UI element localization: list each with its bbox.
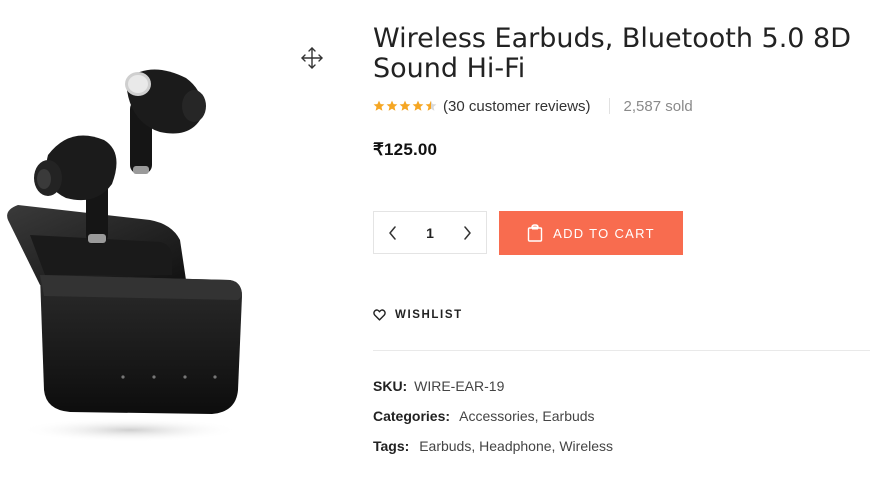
categories-row: Categories: Accessories, Earbuds <box>373 408 595 424</box>
star-icon <box>412 100 424 111</box>
product-price: ₹125.00 <box>373 140 438 159</box>
sku-row: SKU: WIRE-EAR-19 <box>373 378 504 394</box>
star-icon <box>373 100 385 111</box>
quantity-stepper <box>373 211 487 254</box>
category-link-accessories[interactable]: Accessories <box>459 408 534 424</box>
tags-row: Tags: Earbuds, Headphone, Wireless <box>373 438 613 454</box>
heart-outline-icon <box>373 309 386 321</box>
tag-link-headphone[interactable]: Headphone <box>479 438 551 454</box>
quantity-input[interactable] <box>412 224 448 241</box>
wishlist-button[interactable]: Wishlist <box>373 309 463 321</box>
move-arrows-icon[interactable] <box>300 46 324 70</box>
meta-divider <box>373 350 870 351</box>
star-icon <box>425 100 437 111</box>
star-icon <box>386 100 398 111</box>
sold-count: 2,587 sold <box>623 97 693 115</box>
tag-link-earbuds[interactable]: Earbuds <box>419 438 471 454</box>
shopping-bag-icon <box>527 224 543 242</box>
product-title: Wireless Earbuds, Bluetooth 5.0 8D Sound… <box>373 24 870 84</box>
add-to-cart-label: Add to cart <box>553 225 655 241</box>
product-title-line-2: Sound Hi-Fi <box>373 53 526 84</box>
star-icon <box>399 100 411 111</box>
wishlist-label: Wishlist <box>395 309 463 321</box>
quantity-increase-button[interactable] <box>448 212 486 253</box>
chevron-right-icon <box>464 225 471 240</box>
rating-row: (30 customer reviews) 2,587 sold <box>373 96 693 116</box>
category-link-earbuds[interactable]: Earbuds <box>542 408 594 424</box>
chevron-left-icon <box>389 225 396 240</box>
quantity-decrease-button[interactable] <box>374 212 412 253</box>
categories-label: Categories: <box>373 408 451 424</box>
product-summary: Wireless Earbuds, Bluetooth 5.0 8D Sound… <box>373 0 870 488</box>
sku-label: SKU: <box>373 378 408 394</box>
tags-label: Tags: <box>373 438 410 454</box>
product-title-line-1: Wireless Earbuds, Bluetooth 5.0 8D <box>373 24 852 54</box>
star-rating <box>373 100 437 112</box>
product-image-earbuds[interactable] <box>0 60 250 450</box>
customer-reviews-link[interactable]: (30 customer reviews) <box>443 98 591 115</box>
product-gallery <box>0 0 340 488</box>
add-to-cart-button[interactable]: Add to cart <box>499 211 683 255</box>
tag-link-wireless[interactable]: Wireless <box>559 438 613 454</box>
sku-value: WIRE-EAR-19 <box>414 378 505 394</box>
divider <box>608 98 610 114</box>
